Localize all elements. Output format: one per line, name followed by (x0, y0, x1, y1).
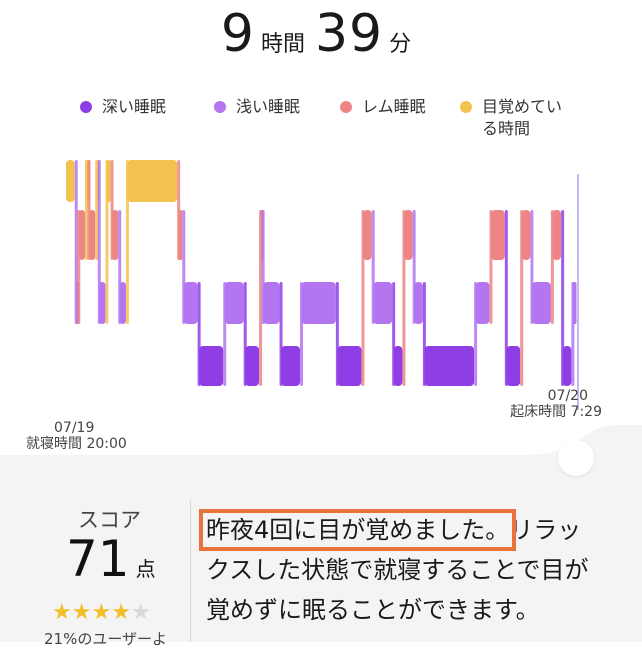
sleep-duration: 9 時間 39 分 (0, 4, 642, 64)
sleep-stage-segment (224, 282, 244, 324)
legend-item-rem: レム睡眠 (340, 96, 426, 118)
sleep-stage-transition (489, 210, 493, 324)
advice-highlight: 昨夜4回に目が覚めました。 (198, 509, 517, 551)
sleep-stage-segment (490, 210, 505, 260)
star-filled-icon: ★ (91, 600, 112, 625)
legend-label-light: 浅い睡眠 (236, 97, 301, 116)
sleep-stage-transition (243, 282, 247, 386)
sleep-stage-segment (263, 282, 280, 324)
star-empty-icon: ★ (130, 600, 151, 625)
sleep-stage-segment (183, 282, 198, 324)
panel-divider (190, 500, 191, 642)
sleep-stage-transition (402, 210, 406, 386)
sleep-stage-transition (84, 160, 88, 260)
sleep-stage-transition (300, 282, 304, 386)
sleep-stage-segment (337, 346, 362, 386)
bedtime-label: 07/19 就寝時間 20:00 (26, 420, 127, 452)
legend-label-deep: 深い睡眠 (102, 97, 167, 116)
sleep-stage-transition (77, 210, 81, 324)
sleep-stage-segment (245, 346, 260, 386)
score-unit: 点 (135, 557, 156, 581)
sleep-stage-transition (361, 210, 365, 386)
sleep-stage-transition (87, 160, 91, 260)
percentile-text: 21%のユーザーよ (44, 630, 168, 648)
sleep-stage-transition (118, 210, 122, 324)
sleep-stage-segment (301, 282, 336, 324)
sleep-stage-transition (561, 210, 565, 386)
sleep-stage-segment (373, 282, 393, 324)
sleep-stage-transition (474, 282, 478, 386)
sleep-stage-transition (371, 210, 375, 324)
score-number: 71 (66, 530, 130, 588)
sleep-stage-segment (281, 346, 301, 386)
sleep-stage-transition (182, 210, 186, 324)
bedtime-date: 07/19 (54, 420, 95, 436)
sleep-stage-transition (422, 282, 426, 386)
star-filled-icon: ★ (111, 600, 131, 625)
sleep-stage-transition (392, 282, 396, 386)
sleep-stage-transition (125, 160, 129, 324)
sleep-stage-transition (95, 160, 99, 260)
sleep-stage-segment (424, 346, 475, 386)
sleep-stage-transition (259, 210, 263, 386)
legend-item-deep: 深い睡眠 (80, 96, 166, 118)
duration-hours-unit: 時間 (260, 32, 305, 57)
sleep-stage-transition (223, 282, 227, 386)
sleep-stage-transition (504, 210, 508, 386)
waketime-time: 起床時間 7:29 (510, 404, 602, 420)
sleep-stage-transition (110, 160, 114, 260)
chart-end-marker (577, 174, 579, 410)
sleep-stage-transition (105, 160, 109, 324)
sleep-stage-transition (530, 210, 534, 324)
bedtime-time: 就寝時間 20:00 (26, 436, 127, 452)
legend-dot-deep (80, 101, 92, 113)
star-filled-icon: ★ (52, 600, 72, 625)
sleep-stage-segment (199, 346, 224, 386)
duration-minutes-unit: 分 (389, 32, 412, 57)
sleep-stage-segment (506, 346, 521, 386)
sleep-stage-transition (571, 282, 575, 386)
legend-label-rem: レム睡眠 (362, 97, 426, 116)
score-value: 71 点 (66, 530, 156, 588)
legend-dot-rem (340, 101, 352, 113)
sleep-stage-transition (520, 210, 524, 386)
waketime-date: 07/20 (547, 388, 588, 404)
legend-dot-awake (460, 101, 472, 113)
sleep-stage-transition (74, 160, 78, 324)
advice-message: 昨夜4回に目が覚めました。リラックスした状態で就寝することで目が覚めずに眠ること… (198, 509, 604, 630)
sleep-stage-transition (177, 160, 181, 260)
sleep-stage-transition (412, 210, 416, 324)
sleep-stage-transition (335, 282, 339, 386)
score-stars: ★★★★★ (52, 600, 151, 625)
sleep-stage-transition (279, 282, 283, 386)
sleep-stage-transition (550, 210, 554, 324)
sleep-stage-segment (127, 160, 178, 202)
sleep-stage-segment (531, 282, 551, 324)
drawer-handle[interactable] (558, 440, 594, 476)
duration-hours: 9 (220, 4, 255, 64)
star-filled-icon: ★ (71, 600, 92, 625)
sleep-stage-transition (97, 160, 101, 324)
sleep-stage-transition (197, 282, 201, 386)
legend-item-light: 浅い睡眠 (214, 96, 300, 118)
sleep-stage-transition (261, 210, 265, 324)
duration-minutes: 39 (314, 4, 384, 64)
legend-item-awake: 目覚めている時間 (460, 96, 574, 140)
legend-dot-light (214, 101, 226, 113)
chart-legend: 深い睡眠 浅い睡眠 レム睡眠 目覚めている時間 (0, 96, 642, 146)
sleep-stage-segment (475, 282, 490, 324)
legend-label-awake: 目覚めている時間 (482, 97, 563, 138)
sleep-stage-segment (66, 160, 75, 202)
waketime-label: 07/20 起床時間 7:29 (510, 388, 602, 420)
